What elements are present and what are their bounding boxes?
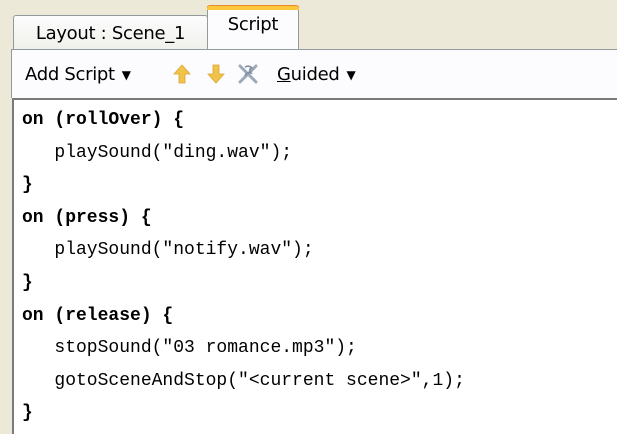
guided-accelerator: G xyxy=(277,63,291,85)
add-script-dropdown[interactable]: Add Script ▼ xyxy=(25,50,131,98)
code-line: } xyxy=(22,272,33,293)
tab-layout-scene[interactable]: Layout : Scene_1 xyxy=(13,15,208,50)
script-code: on (rollOver) { playSound("ding.wav");} o… xyxy=(22,104,465,430)
code-line: } xyxy=(22,175,33,196)
tab-strip: Layout : Scene_1 Script xyxy=(0,0,617,51)
code-line: stopSound("03 romance.mp3"); xyxy=(22,338,357,359)
code-line: playSound("notify.wav"); xyxy=(22,240,314,261)
code-line: gotoSceneAndStop("<current scene>",1); xyxy=(22,370,465,391)
code-line: on (rollOver) { xyxy=(22,110,185,130)
tab-script[interactable]: Script xyxy=(207,5,299,51)
script-toolbar: Add Script ▼ Guided ▼ xyxy=(11,50,617,98)
add-script-label: Add Script xyxy=(25,63,115,85)
code-line: on (release) { xyxy=(22,305,174,326)
code-line: playSound("ding.wav"); xyxy=(22,142,293,163)
arrow-down-icon[interactable] xyxy=(205,63,227,85)
guided-label: uided xyxy=(290,63,340,85)
code-line: on (press) { xyxy=(22,207,152,228)
delete-script-icon[interactable] xyxy=(237,63,259,85)
arrow-up-icon[interactable] xyxy=(171,63,193,85)
chevron-down-icon: ▼ xyxy=(346,68,356,82)
code-line: } xyxy=(22,403,33,424)
script-editor[interactable]: on (rollOver) { playSound("ding.wav");} o… xyxy=(12,98,617,434)
guided-dropdown[interactable]: Guided ▼ xyxy=(277,50,356,98)
chevron-down-icon: ▼ xyxy=(121,68,131,82)
